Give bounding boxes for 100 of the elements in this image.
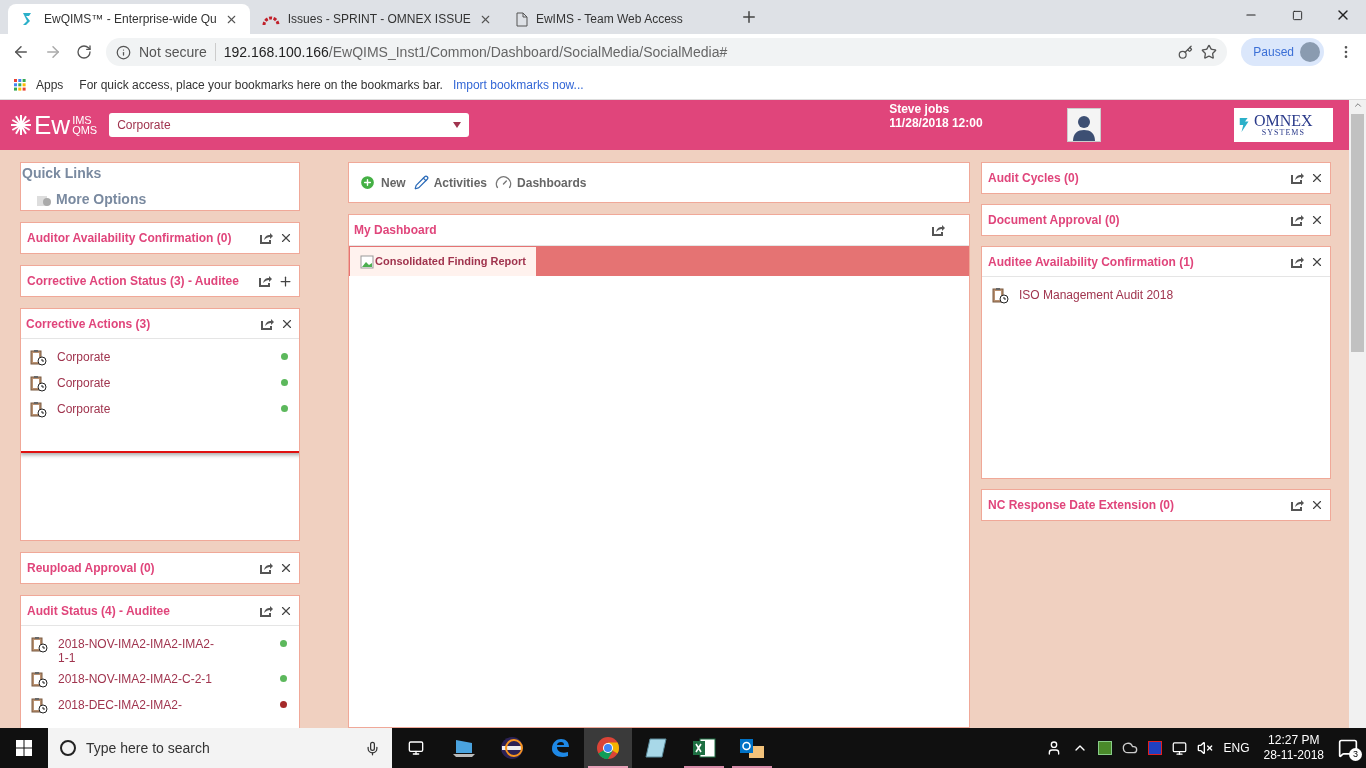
logo-superscript: IMS [72,115,93,125]
back-icon[interactable] [12,43,30,61]
page-scrollbar[interactable] [1349,100,1366,728]
profile-button[interactable]: Paused [1241,38,1324,66]
security-label: Not secure [139,42,207,62]
site-select[interactable]: Corporate [109,113,470,137]
dashboard-title: My Dashboard [354,222,437,239]
language-indicator[interactable]: ENG [1223,739,1250,757]
network-icon[interactable] [1172,740,1188,756]
close-icon[interactable] [279,561,293,575]
export-icon[interactable] [261,317,274,330]
widget-title[interactable]: Auditee Availability Confirmation (1) [988,252,1194,271]
taskbar-app[interactable] [584,728,632,768]
star-icon[interactable] [1201,44,1218,60]
import-bookmarks-link[interactable]: Import bookmarks now... [452,75,584,94]
company-tagline: SYSTEMS [1261,129,1305,137]
clipboard-clock-icon [31,697,48,714]
clipboard-clock-icon [30,375,47,392]
quick-links-title: Quick Links [22,164,103,183]
widget-title[interactable]: Corrective Action Status (3) - Auditee [27,272,239,290]
export-icon[interactable] [932,224,945,236]
clipboard-clock-icon [30,401,47,418]
dashboard-tab[interactable]: Consolidated Finding Report [350,247,536,276]
close-icon[interactable] [1310,171,1324,185]
tab-title: Issues - SPRINT - OMNEX ISSUE [287,11,471,28]
export-icon[interactable] [260,604,273,617]
export-icon[interactable] [1291,499,1304,511]
address-field[interactable]: Not secure 192.168.100.166/EwQIMS_Inst1/Common/Dashboard/SocialMedia/SocialMedia# [106,38,1228,66]
login-datetime: 11/28/2018 12:00 [889,116,983,130]
gauge-icon [495,174,513,191]
add-icon [359,174,376,191]
logo-icon [10,114,32,136]
user-avatar[interactable] [1066,108,1101,142]
cortana-icon [60,740,76,756]
item-link[interactable]: 2018-NOV-IMA2-IMA2-C-2-1 [58,671,223,686]
tray-app-icon[interactable] [1098,741,1113,755]
widget-title[interactable]: Audit Cycles (0) [988,169,1079,187]
notification-badge: 3 [1349,748,1362,761]
clipboard-clock-icon [992,287,1009,304]
item-link[interactable]: ISO Management Audit 2018 [1019,287,1184,302]
quick-link[interactable]: More Options [22,189,298,210]
widget-title[interactable]: Corrective Actions (3) [26,314,151,333]
widget-title[interactable]: NC Response Date Extension (0) [988,496,1175,514]
pencil-icon [413,175,429,190]
export-icon[interactable] [259,275,272,287]
restore-icon[interactable] [1291,9,1303,21]
tab-title: EwQIMS™ - Enterprise-wide Qu [44,11,217,28]
browser-tab[interactable]: Issues - SPRINT - OMNEX ISSUE [249,4,504,34]
widget-title[interactable]: Document Approval (0) [988,211,1120,229]
export-icon[interactable] [260,562,273,574]
widget-title[interactable]: Auditor Availability Confirmation (0) [27,229,232,247]
tray-flag-icon[interactable] [1148,741,1163,755]
logo-subscript: QMS [72,125,98,135]
laptop-icon [452,738,476,758]
item-link[interactable]: Corporate [57,349,222,364]
apps-grid-icon [14,78,26,91]
user-name: Steve jobs [889,102,951,116]
toolbar-button[interactable]: New [359,173,406,192]
logo-text: Ew [34,112,71,138]
taskbar-search-field[interactable]: Type here to search [48,728,392,768]
item-link[interactable]: 2018-DEC-IMA2-IMA2- [58,697,223,712]
export-icon[interactable] [1291,172,1304,184]
running-indicator [588,766,628,768]
company-name: OMNEX [1254,113,1313,129]
export-icon[interactable] [260,232,273,244]
item-link[interactable]: Corporate [57,375,222,390]
widget-title[interactable]: Reupload Approval (0) [27,559,155,577]
reload-icon[interactable] [76,44,92,60]
close-icon[interactable] [1310,213,1324,227]
url-text: 192.168.100.166/EwQIMS_Inst1/Common/Dashboard/SocialMedia/SocialMedia# [223,42,728,62]
toolbar-button[interactable]: Activities [413,173,488,192]
item-link[interactable]: Corporate [57,401,222,416]
avatar [1300,42,1320,62]
item-link[interactable]: 2018-NOV-IMA2-IMA2-IMA2-1-1 [58,636,223,665]
export-icon[interactable] [1291,255,1304,268]
apps-link[interactable]: Apps [36,75,64,94]
page-icon [515,11,528,27]
key-icon[interactable] [1178,44,1194,60]
bookmarks-hint: For quick access, place your bookmarks here on the bookmarks bar. [79,76,443,94]
clock[interactable]: 12:27 PM 28-11-2018 [1259,733,1328,763]
cloud-icon[interactable] [1122,740,1139,756]
muted-volume-icon[interactable] [1197,740,1214,756]
info-icon [116,44,131,60]
clipboard-clock-icon [31,671,48,688]
browser-tab[interactable]: EwIMS - Team Web Access [503,4,734,34]
close-icon[interactable] [1310,498,1324,512]
widget-title[interactable]: Audit Status (4) - Auditee [27,601,170,620]
close-icon[interactable] [279,231,293,245]
tab-title: EwIMS - Team Web Access [535,11,683,28]
chrome-icon [596,736,620,760]
dropdown-caret-icon [453,122,462,128]
running-indicator [684,766,724,768]
task-view-icon[interactable] [408,740,424,756]
running-indicator [732,766,772,768]
browser-tab[interactable]: EwQIMS™ - Enterprise-wide Qu [8,4,250,34]
toolbar-button[interactable]: Dashboards [495,173,587,192]
clipboard-clock-icon [30,349,47,366]
eclipse-icon [500,736,524,760]
plus-icon[interactable] [278,273,293,289]
export-icon[interactable] [1291,214,1304,226]
